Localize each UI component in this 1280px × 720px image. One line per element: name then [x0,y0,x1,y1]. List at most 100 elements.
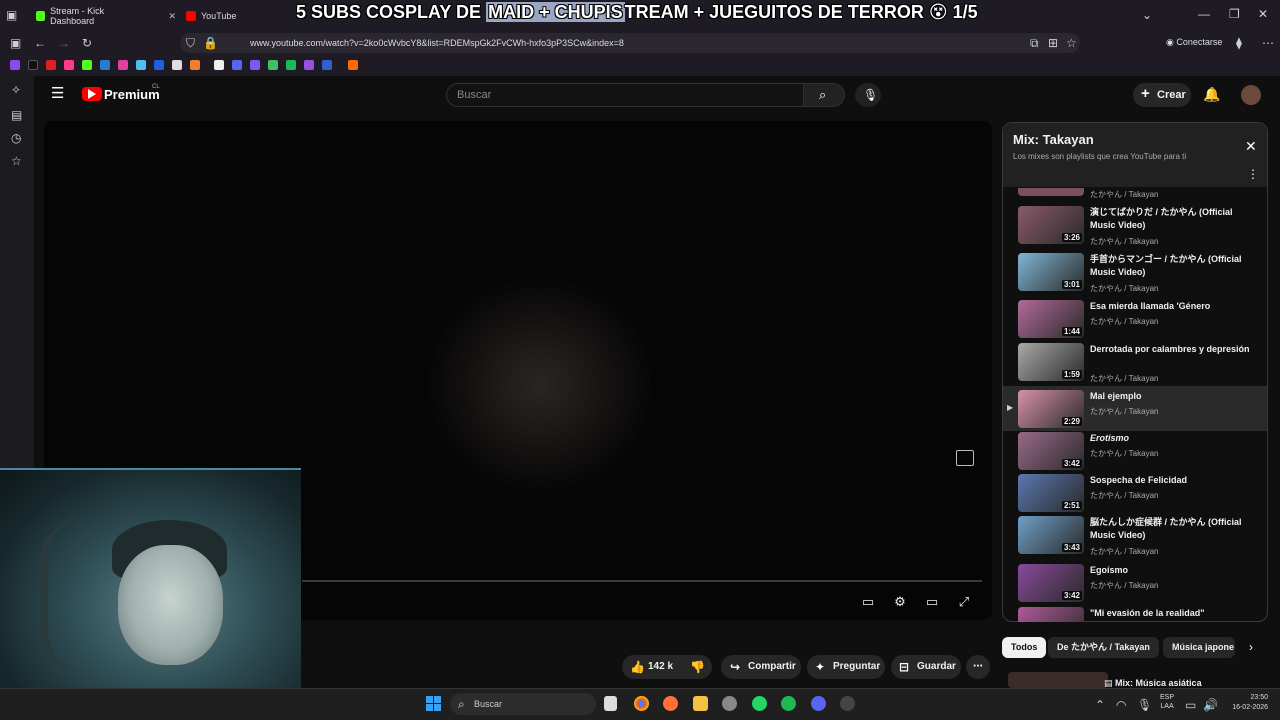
whatsapp-icon[interactable] [752,696,767,711]
microphone-tray-icon[interactable]: 🎙 [1137,699,1152,711]
subtitles-icon[interactable]: ▭ [860,594,876,610]
tab-list-icon[interactable]: ⌄ [1142,9,1152,21]
playlist-title[interactable]: Mix: Takayan [1013,132,1094,147]
playlist-item-thumbnail[interactable]: 1:44 [1018,300,1084,338]
pip-icon[interactable]: ⧉ [1030,37,1039,49]
ask-button[interactable]: ✦ Preguntar [807,655,885,679]
bookmark-1-icon[interactable] [10,60,20,70]
forward-icon[interactable]: → [58,37,70,49]
playlist-item-thumbnail[interactable]: 1:59 [1018,343,1084,381]
menu-icon[interactable]: ⋯ [1262,37,1274,49]
tiktok-bookmark-icon[interactable] [28,60,38,70]
fullscreen-icon[interactable]: ⤢ [956,594,972,610]
avatar[interactable] [1241,85,1261,105]
search-input[interactable]: Buscar [446,83,804,107]
playlist-item[interactable]: 3:26 演じてばかりだ / たかやん (Official Music Video… [1003,202,1267,247]
tray-overflow-icon[interactable]: ⌃ [1095,699,1105,711]
playlist-item-thumbnail[interactable]: 3:42 [1018,564,1084,602]
share-button[interactable]: ↪ Compartir [721,655,801,679]
playlist-item[interactable]: 1:59 Derrotada por calambres y depresión た… [1003,339,1267,384]
install-icon[interactable]: ⊞ [1048,37,1058,49]
playlist-item-thumbnail[interactable]: 3:01 [1018,253,1084,291]
soundcloud-bookmark-icon[interactable] [348,60,358,70]
tab-kick-dashboard[interactable]: Stream - Kick Dashboard ✕ [36,6,176,26]
start-windows-icon[interactable] [426,696,441,711]
bookmark-12-icon[interactable] [214,60,224,70]
tab-youtube[interactable]: YouTube [186,6,286,26]
extensions-icon[interactable]: ⧫ [1236,37,1242,49]
playlist-item[interactable]: 3:42 Erotismo たかやん / Takayan [1003,428,1267,473]
back-icon[interactable]: ← [34,37,46,49]
close-tab-icon[interactable]: ✕ [168,11,176,22]
hamburger-menu-icon[interactable]: ☰ [51,86,64,101]
instagram-bookmark-icon[interactable] [118,60,128,70]
progress-bar[interactable] [302,580,982,582]
playlist-item-thumbnail[interactable]: 2:51 [1018,474,1084,512]
playlist-item-title[interactable]: Derrotada por calambres y depresión [1090,343,1260,356]
close-playlist-icon[interactable]: ✕ [1245,139,1257,153]
voice-search-button[interactable]: 🎙 [855,83,881,107]
bookmark-18-icon[interactable] [322,60,332,70]
playlist-item[interactable]: 1:44 Esa mierda llamada 'Género たかやん / Tak… [1003,296,1267,341]
playlist-item-thumbnail[interactable]: 3:42 [1018,432,1084,470]
spotify-icon[interactable] [781,696,796,711]
playlist-item-title[interactable]: 脳たんしか症候群 / たかやん (Official Music Video) [1090,516,1260,542]
save-button[interactable]: ⊟ Guardar [891,655,961,679]
chip-from-channel[interactable]: De たかやん / Takayan [1048,637,1159,658]
playlist-item-thumbnail[interactable]: 3:43 [1018,516,1084,554]
kick-bookmark-icon[interactable] [82,60,92,70]
playlist-item[interactable]: ▶ 2:29 Mal ejemplo たかやん / Takayan [1003,386,1267,431]
playlist-menu-icon[interactable]: ⋮ [1247,168,1259,180]
playlist-item-title[interactable]: 演じてばかりだ / たかやん (Official Music Video) [1090,206,1260,232]
collections-icon[interactable]: ▤ [11,109,22,121]
wifi-icon[interactable]: ◠ [1116,699,1126,711]
clock[interactable]: 23:50 16-02-2026 [1226,693,1268,713]
task-view-icon[interactable] [604,696,617,711]
chips-next-icon[interactable]: › [1249,641,1253,653]
bookmark-9-icon[interactable] [154,60,164,70]
thumbs-down-icon[interactable]: 👎 [690,661,705,673]
shield-icon[interactable]: ⛉ [186,37,195,49]
maximize-icon[interactable]: ❐ [1229,8,1240,20]
playlist-item-title[interactable]: 手首からマンゴー / たかやん (Official Music Video) [1090,253,1260,279]
like-button[interactable]: 👍 142 k 👎 [622,655,712,679]
playlist-item-title[interactable]: Sospecha de Felicidad [1090,474,1260,487]
more-actions-button[interactable]: ⋯ [966,655,990,679]
settings-gear-icon[interactable]: ⚙ [892,594,908,610]
bookmark-6-icon[interactable] [100,60,110,70]
bookmark-15-icon[interactable] [268,60,278,70]
reload-icon[interactable]: ↻ [82,37,92,49]
playlist-item-thumbnail[interactable]: 2:29 [1018,390,1084,428]
playlist-item-thumbnail[interactable] [1018,607,1084,622]
minimize-icon[interactable]: — [1198,8,1210,20]
file-explorer-icon[interactable] [693,696,708,711]
chip-japanese-music[interactable]: Música japone [1163,637,1235,658]
playlist-item[interactable]: 3:01 手首からマンゴー / たかやん (Official Music Vide… [1003,249,1267,294]
playlist-item-title[interactable]: Esa mierda llamada 'Género [1090,300,1260,313]
connect-button[interactable]: ◉ Conectarse [1166,37,1222,48]
discord-bookmark-icon[interactable] [232,60,242,70]
playlist-item-title[interactable]: Mal ejemplo [1090,390,1260,403]
chip-all[interactable]: Todos [1002,637,1047,658]
playlist-item-title[interactable]: "Mi evasión de la realidad" [1090,607,1260,620]
playlist-item-title[interactable]: Egoísmo [1090,564,1260,577]
drive-bookmark-icon[interactable] [136,60,146,70]
history-icon[interactable]: ◷ [11,132,21,144]
playlist-item[interactable]: 3:42 Egoísmo たかやん / Takayan [1003,560,1267,605]
bookmark-17-icon[interactable] [304,60,314,70]
bookmark-14-icon[interactable] [250,60,260,70]
playlist-item[interactable]: 2:51 Sospecha de Felicidad たかやん / Takayan [1003,470,1267,515]
obs-icon[interactable] [840,696,855,711]
sidebar-toggle-icon[interactable]: ▣ [10,37,21,49]
bookmark-10-icon[interactable] [172,60,182,70]
firefox-icon[interactable] [663,696,678,711]
copilot-icon[interactable]: ✧ [11,84,21,96]
close-window-icon[interactable]: ✕ [1258,8,1268,20]
notifications-bell-icon[interactable]: 🔔 [1203,87,1220,101]
playlist-item-thumbnail[interactable]: 3:26 [1018,206,1084,244]
url-field[interactable]: www.youtube.com/watch?v=2ko0cWvbcY8&list… [180,33,1080,53]
chrome-icon[interactable] [634,696,649,711]
favorite-star-icon[interactable]: ☆ [1066,37,1077,49]
tab-actions-icon[interactable]: ▣ [6,9,17,21]
taskbar-search[interactable]: ⌕ Buscar [450,693,596,715]
